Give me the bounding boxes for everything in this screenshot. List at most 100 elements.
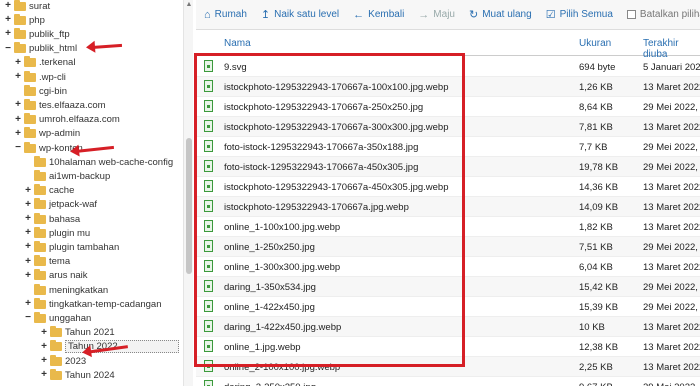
folder-icon xyxy=(14,27,26,39)
file-modified-date: 29 Mei 2022, 0 xyxy=(643,382,700,386)
deselect-label: Batalkan pilihan S xyxy=(639,9,700,20)
tree-scrollbar[interactable]: ▲ xyxy=(183,0,193,386)
tree-item-label[interactable]: php xyxy=(29,15,45,26)
tree-item-label[interactable]: Tahun 2024 xyxy=(65,370,115,381)
expand-icon[interactable]: + xyxy=(40,327,48,338)
file-size: 12,38 KB xyxy=(579,342,619,353)
tree-item-label[interactable]: unggahan xyxy=(49,313,91,324)
tree-item-label[interactable]: .terkenal xyxy=(39,57,75,68)
tree-item-label[interactable]: 10halaman web-cache-config xyxy=(49,157,173,168)
arrow-left-icon: ← xyxy=(353,8,365,21)
tree-item-label[interactable]: plugin mu xyxy=(49,228,90,239)
refresh-icon: ↻ xyxy=(468,9,479,21)
collapse-icon[interactable]: − xyxy=(24,313,32,323)
tree-item-label[interactable]: Tahun 2021 xyxy=(65,327,115,338)
tree-item-label[interactable]: .wp-cli xyxy=(39,72,66,83)
toolbar: ⌂ Rumah ↥ Naik satu level ← Kembali → Maju ↻… xyxy=(196,0,700,30)
file-size: 19,78 KB xyxy=(579,162,619,173)
expand-icon[interactable]: + xyxy=(14,114,22,125)
expand-icon[interactable]: + xyxy=(24,256,32,267)
file-size: 10 KB xyxy=(579,322,605,333)
home-button[interactable]: ⌂ Rumah xyxy=(204,9,247,21)
file-modified-date: 29 Mei 2022, 0 xyxy=(643,162,700,173)
file-size: 15,39 KB xyxy=(579,302,619,313)
file-modified-date: 13 Maret 2022 xyxy=(643,122,700,133)
file-modified-date: 13 Maret 2022 xyxy=(643,342,700,353)
folder-icon xyxy=(34,212,46,224)
tree-item-label[interactable]: tingkatkan-temp-cadangan xyxy=(49,299,162,310)
deselect-checkbox[interactable] xyxy=(626,10,636,19)
expand-icon[interactable]: + xyxy=(24,185,32,196)
tree-item-label[interactable]: publik_ftp xyxy=(29,29,70,40)
back-label: Kembali xyxy=(368,9,405,20)
tree-item[interactable]: + Tahun 2024 xyxy=(0,367,115,383)
tree-item-label[interactable]: ai1wm-backup xyxy=(49,171,110,182)
tree-item-label[interactable]: tema xyxy=(49,256,70,267)
file-name: daring_2-250x250.jpg xyxy=(224,382,316,386)
deselect-all-button[interactable]: Batalkan pilihan S xyxy=(626,9,700,20)
expand-icon[interactable]: + xyxy=(14,100,22,110)
file-size: 6,04 KB xyxy=(579,262,613,273)
file-size: 14,36 KB xyxy=(579,182,619,193)
directory-tree: + surat + php + publik_ftp − publik_html + .terke… xyxy=(0,0,183,386)
expand-icon[interactable]: + xyxy=(4,29,12,39)
expand-icon[interactable]: + xyxy=(24,214,32,224)
file-row[interactable]: daring_2-250x250.jpg 9,67 KB 29 Mei 2022, … xyxy=(196,377,700,386)
select-all-label: Pilih Semua xyxy=(559,9,613,20)
expand-icon[interactable]: + xyxy=(40,356,48,366)
folder-icon xyxy=(34,198,46,210)
reload-button[interactable]: ↻ Muat ulang xyxy=(469,8,532,21)
forward-button[interactable]: → Maju xyxy=(418,9,455,21)
expand-icon[interactable]: + xyxy=(4,15,12,25)
folder-icon xyxy=(34,297,46,309)
up-label: Naik satu level xyxy=(274,9,340,20)
expand-icon[interactable]: + xyxy=(40,341,48,352)
file-modified-date: 29 Mei 2022, 0 xyxy=(643,302,700,313)
up-one-level-button[interactable]: ↥ Naik satu level xyxy=(261,8,339,21)
tree-item-label[interactable]: tes.elfaaza.com xyxy=(39,100,106,111)
expand-icon[interactable]: + xyxy=(24,228,32,238)
column-name-header[interactable]: Nama xyxy=(224,38,251,49)
arrow-right-icon: → xyxy=(418,8,430,21)
tree-item-label[interactable]: cache xyxy=(49,185,74,196)
tree-item-label[interactable]: arus naik xyxy=(49,270,88,281)
file-modified-date: 5 Januari 2022 xyxy=(643,62,700,73)
expand-icon[interactable]: + xyxy=(40,370,48,380)
expand-icon[interactable]: + xyxy=(24,270,32,281)
folder-icon xyxy=(34,184,46,196)
folder-icon xyxy=(50,326,62,338)
folder-icon xyxy=(24,98,36,110)
tree-item-label[interactable]: bahasa xyxy=(49,214,80,225)
expand-icon[interactable]: + xyxy=(14,128,22,139)
annotation-highlight-box xyxy=(194,53,465,367)
expand-icon[interactable]: + xyxy=(14,72,22,82)
file-modified-date: 29 Mei 2022, 0 xyxy=(643,242,700,253)
expand-icon[interactable]: + xyxy=(24,242,32,252)
tree-item-label[interactable]: cgi-bin xyxy=(39,86,67,97)
tree-item-label[interactable]: surat xyxy=(29,1,50,12)
expand-icon[interactable]: + xyxy=(24,199,32,210)
scroll-up-arrow-icon[interactable]: ▲ xyxy=(185,1,193,9)
tree-item-label[interactable]: publik_html xyxy=(29,43,77,54)
file-modified-date: 13 Maret 2022 xyxy=(643,262,700,273)
folder-icon xyxy=(34,255,46,267)
tree-item-label[interactable]: jetpack-waf xyxy=(49,199,97,210)
expand-icon[interactable]: + xyxy=(14,57,22,68)
select-all-button[interactable]: ☑ Pilih Semua xyxy=(546,8,613,21)
folder-icon xyxy=(50,368,62,380)
file-size: 15,42 KB xyxy=(579,282,619,293)
expand-icon[interactable]: + xyxy=(24,299,32,309)
tree-scroll-thumb[interactable] xyxy=(186,138,192,274)
tree-item-label[interactable]: plugin tambahan xyxy=(49,242,119,253)
collapse-icon[interactable]: − xyxy=(14,143,22,153)
column-size-header[interactable]: Ukuran xyxy=(579,38,611,49)
check-square-icon: ☑ xyxy=(545,9,556,21)
tree-item-label[interactable]: meningkatkan xyxy=(49,285,108,296)
tree-item-label[interactable]: wp-admin xyxy=(39,128,80,139)
collapse-icon[interactable]: − xyxy=(4,43,12,54)
home-label: Rumah xyxy=(214,9,247,20)
expand-icon[interactable]: + xyxy=(4,1,12,11)
tree-item-label[interactable]: umroh.elfaaza.com xyxy=(39,114,120,125)
back-button[interactable]: ← Kembali xyxy=(353,9,404,21)
file-modified-date: 13 Maret 2022 xyxy=(643,182,700,193)
